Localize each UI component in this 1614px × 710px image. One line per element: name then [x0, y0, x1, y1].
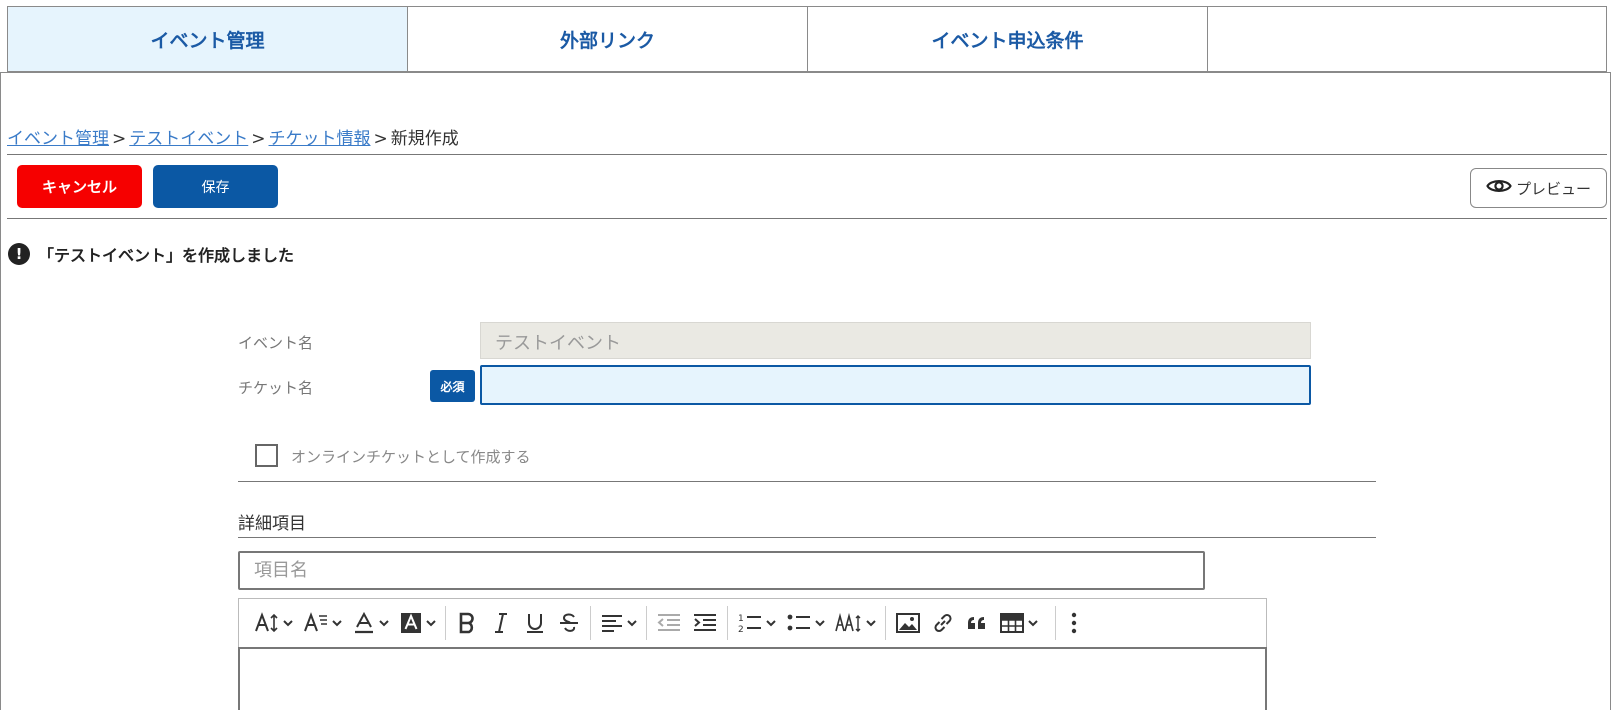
- divider: [238, 537, 1376, 538]
- breadcrumb-current: 新規作成: [390, 129, 459, 149]
- toolbar-separator: [1055, 606, 1056, 640]
- chevron-down-icon: [332, 619, 342, 627]
- rich-text-editor[interactable]: [238, 647, 1267, 710]
- font-background-color-dropdown[interactable]: [394, 605, 441, 641]
- italic-button[interactable]: [484, 605, 518, 641]
- toolbar-separator: [646, 606, 647, 640]
- tab-external-links[interactable]: 外部リンク: [408, 7, 808, 71]
- table-icon: [999, 612, 1025, 634]
- online-ticket-label[interactable]: オンラインチケットとして作成する: [291, 446, 531, 467]
- breadcrumb-separator: >: [251, 129, 266, 149]
- italic-icon: [489, 612, 513, 634]
- tab-empty[interactable]: [1208, 7, 1607, 71]
- insert-image-button[interactable]: [890, 605, 926, 641]
- eye-icon: [1486, 177, 1512, 199]
- ticket-name-input[interactable]: [480, 365, 1311, 405]
- toolbar-separator: [727, 606, 728, 640]
- numbered-list-icon: 12: [737, 612, 763, 634]
- success-notice: ! 「テストイベント」を作成しました: [8, 242, 294, 266]
- font-color-dropdown[interactable]: [347, 605, 394, 641]
- font-family-dropdown[interactable]: [298, 605, 347, 641]
- notice-message: 「テストイベント」を作成しました: [38, 246, 295, 265]
- save-button[interactable]: 保存: [153, 165, 278, 208]
- content-border-top: [0, 72, 1611, 73]
- font-family-icon: [303, 612, 329, 634]
- link-icon: [931, 612, 955, 634]
- exclamation-icon: !: [8, 243, 30, 265]
- blockquote-icon: [965, 612, 989, 634]
- more-vertical-icon: [1070, 612, 1078, 634]
- chevron-down-icon: [379, 619, 389, 627]
- strikethrough-button[interactable]: [552, 605, 586, 641]
- breadcrumb: イベント管理 > テストイベント > チケット情報 > 新規作成: [7, 124, 459, 149]
- bold-button[interactable]: [450, 605, 484, 641]
- item-name-input[interactable]: [238, 551, 1205, 590]
- editor-toolbar: 12: [238, 598, 1267, 647]
- indent-button[interactable]: [687, 605, 723, 641]
- tab-event-application-conditions[interactable]: イベント申込条件: [808, 7, 1208, 71]
- breadcrumb-link-ticket-info[interactable]: チケット情報: [269, 129, 371, 149]
- ticket-name-label: チケット名: [238, 379, 314, 397]
- required-badge: 必須: [430, 370, 475, 402]
- toolbar-separator: [445, 606, 446, 640]
- svg-text:1: 1: [738, 614, 744, 624]
- breadcrumb-link-event-management[interactable]: イベント管理: [7, 129, 109, 149]
- online-ticket-checkbox[interactable]: [255, 444, 278, 467]
- blockquote-button[interactable]: [960, 605, 994, 641]
- image-icon: [895, 612, 921, 634]
- details-section-title: 詳細項目: [238, 514, 306, 534]
- text-transform-icon: [835, 612, 863, 634]
- indent-icon: [692, 612, 718, 634]
- breadcrumb-separator: >: [373, 129, 388, 149]
- divider: [238, 481, 1376, 482]
- font-background-color-icon: [399, 612, 423, 634]
- cancel-button[interactable]: キャンセル: [17, 165, 142, 208]
- underline-icon: [523, 612, 547, 634]
- underline-button[interactable]: [518, 605, 552, 641]
- svg-text:2: 2: [738, 625, 744, 634]
- numbered-list-dropdown[interactable]: 12: [732, 605, 781, 641]
- outdent-icon: [656, 612, 682, 634]
- bold-icon: [455, 612, 479, 634]
- content-border-left: [0, 72, 1, 710]
- align-left-icon: [600, 612, 624, 634]
- content-border-right: [1610, 72, 1611, 710]
- chevron-down-icon: [1028, 619, 1038, 627]
- toolbar-separator: [885, 606, 886, 640]
- font-size-icon: [254, 612, 280, 634]
- divider: [7, 218, 1607, 219]
- align-dropdown[interactable]: [595, 605, 642, 641]
- table-dropdown[interactable]: [994, 605, 1043, 641]
- toolbar-separator: [590, 606, 591, 640]
- breadcrumb-link-test-event[interactable]: テストイベント: [129, 129, 248, 149]
- chevron-down-icon: [426, 619, 436, 627]
- font-size-dropdown[interactable]: [249, 605, 298, 641]
- chevron-down-icon: [627, 619, 637, 627]
- tab-event-management[interactable]: イベント管理: [8, 7, 408, 71]
- breadcrumb-separator: >: [112, 129, 127, 149]
- bulleted-list-icon: [786, 612, 812, 634]
- chevron-down-icon: [815, 619, 825, 627]
- text-transform-dropdown[interactable]: [830, 605, 881, 641]
- event-name-field: テストイベント: [480, 322, 1311, 359]
- chevron-down-icon: [283, 619, 293, 627]
- chevron-down-icon: [866, 619, 876, 627]
- chevron-down-icon: [766, 619, 776, 627]
- outdent-button[interactable]: [651, 605, 687, 641]
- strikethrough-icon: [557, 612, 581, 634]
- link-button[interactable]: [926, 605, 960, 641]
- divider: [7, 154, 1607, 155]
- event-name-label: イベント名: [238, 334, 314, 352]
- font-color-icon: [352, 612, 376, 634]
- preview-label: プレビュー: [1515, 179, 1591, 198]
- bulleted-list-dropdown[interactable]: [781, 605, 830, 641]
- preview-button[interactable]: プレビュー: [1470, 168, 1607, 208]
- tab-bar: イベント管理 外部リンク イベント申込条件: [7, 6, 1607, 72]
- more-options-button[interactable]: [1060, 605, 1083, 641]
